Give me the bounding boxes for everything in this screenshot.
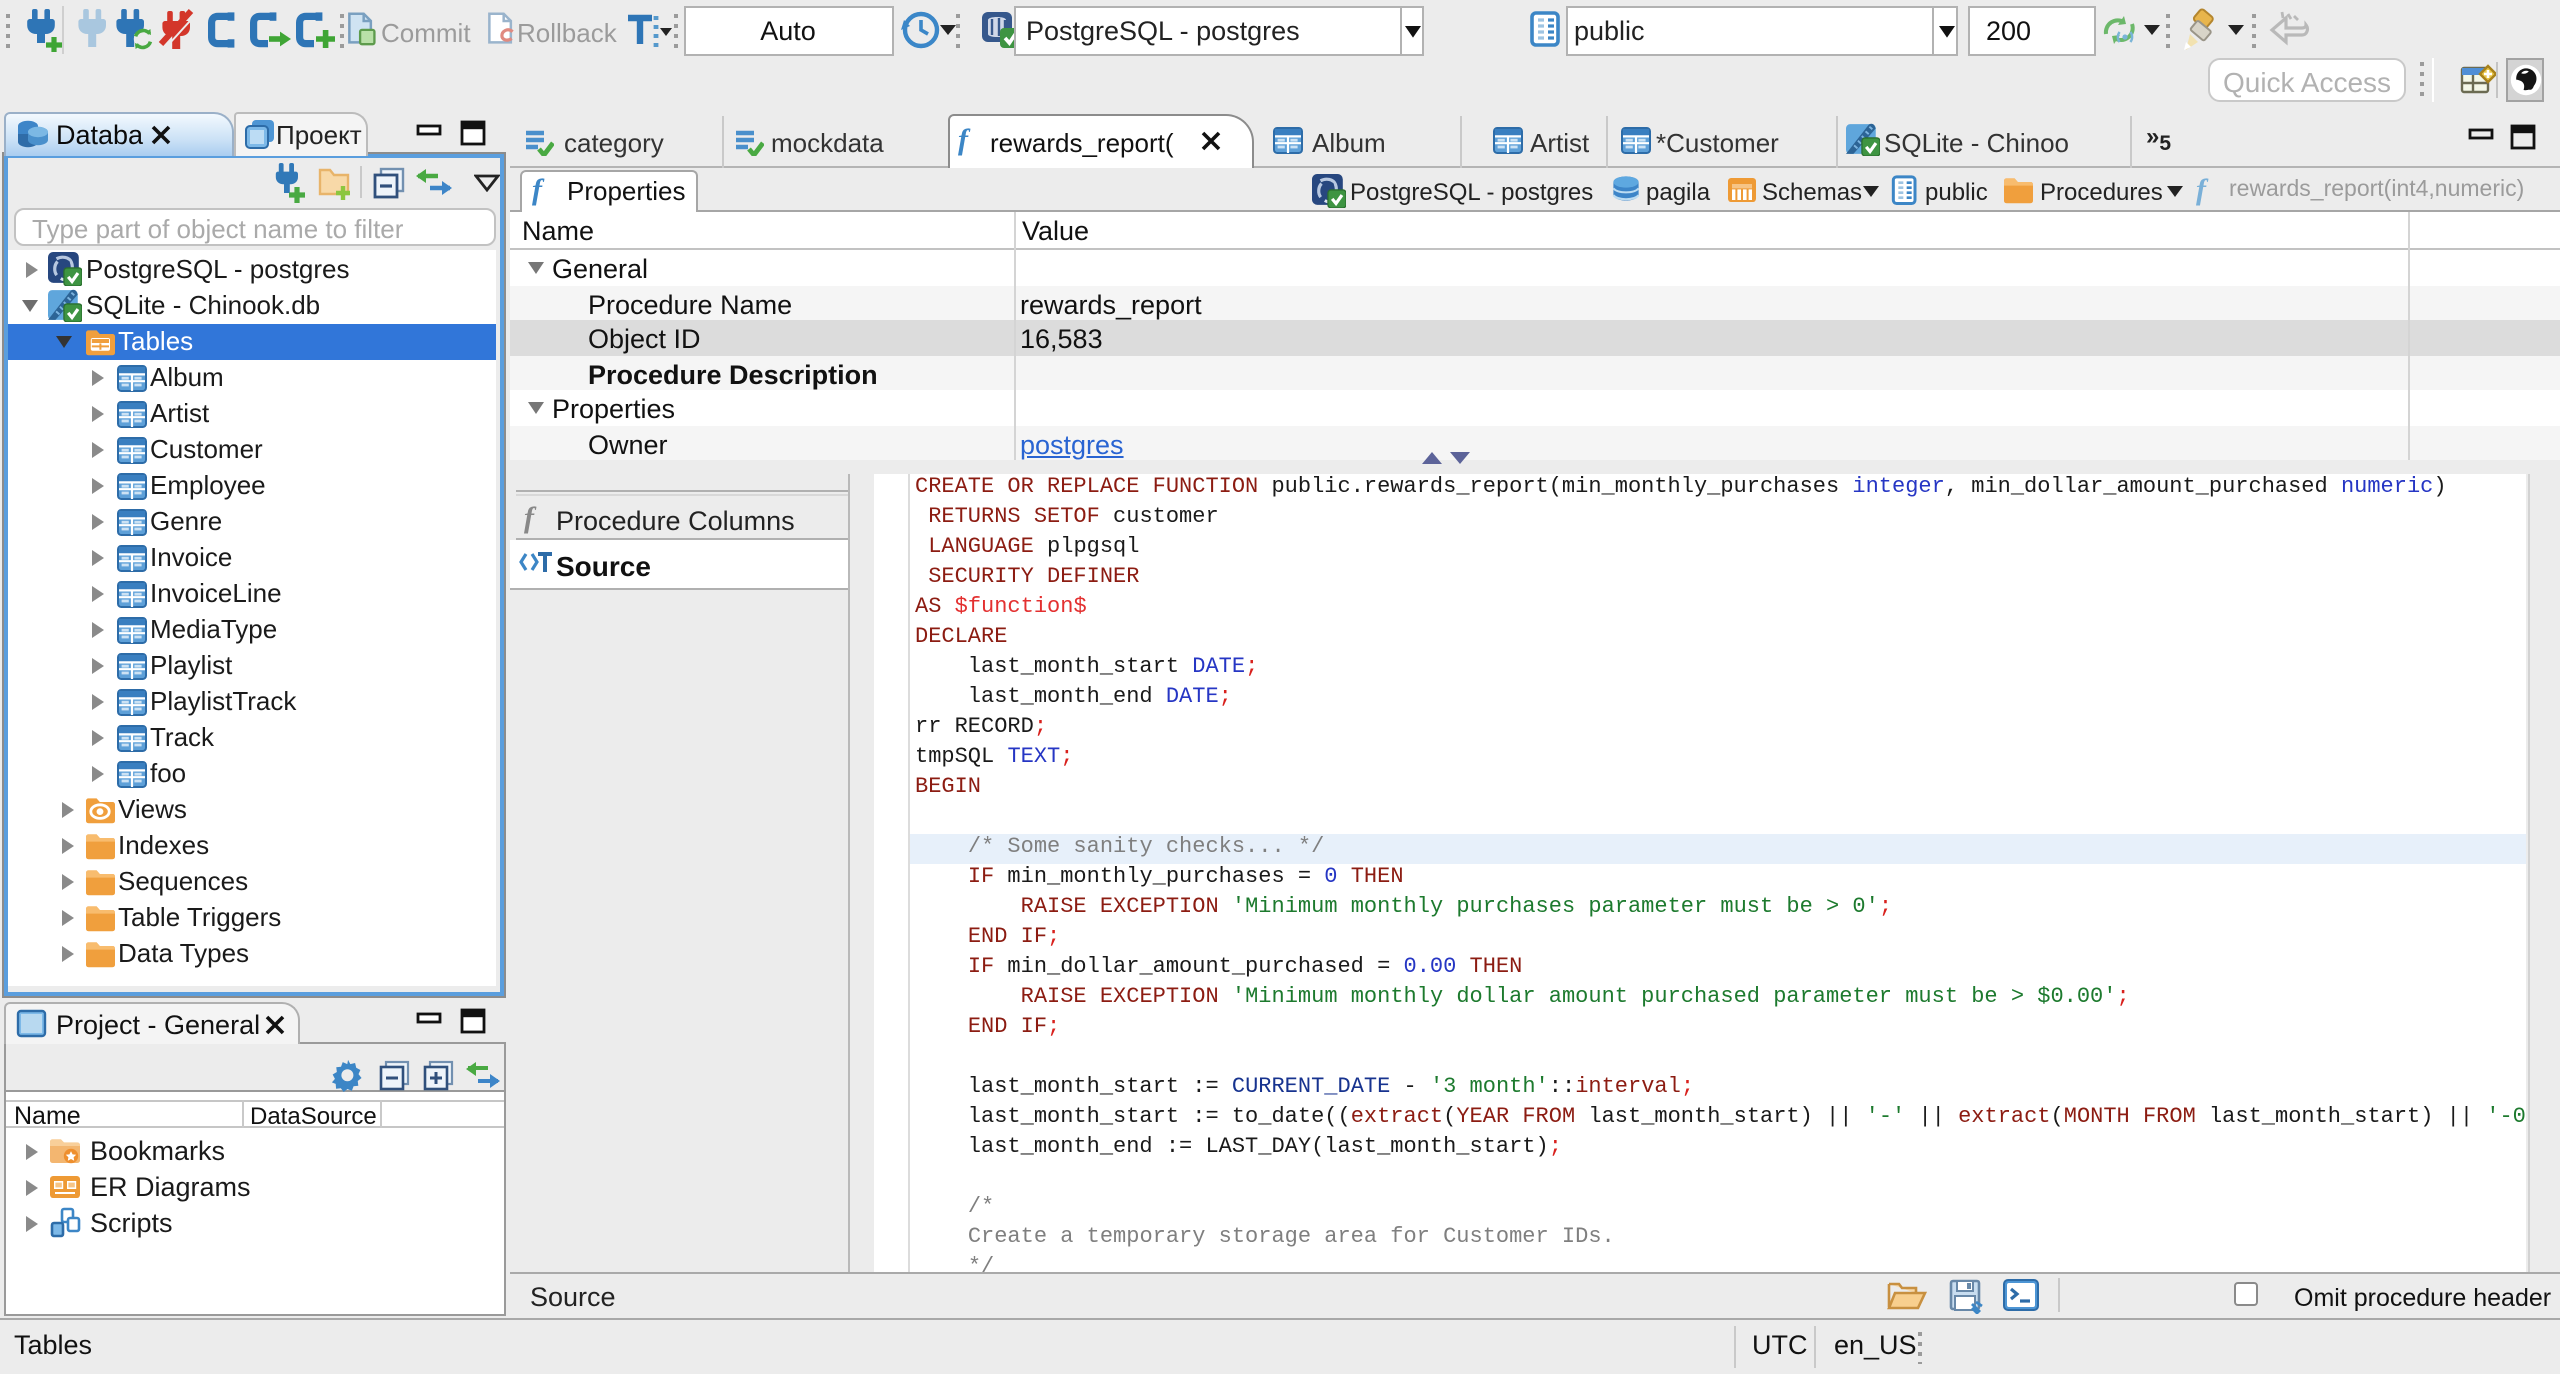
svg-text:f: f <box>524 501 537 534</box>
svg-text:f: f <box>2196 173 2209 206</box>
